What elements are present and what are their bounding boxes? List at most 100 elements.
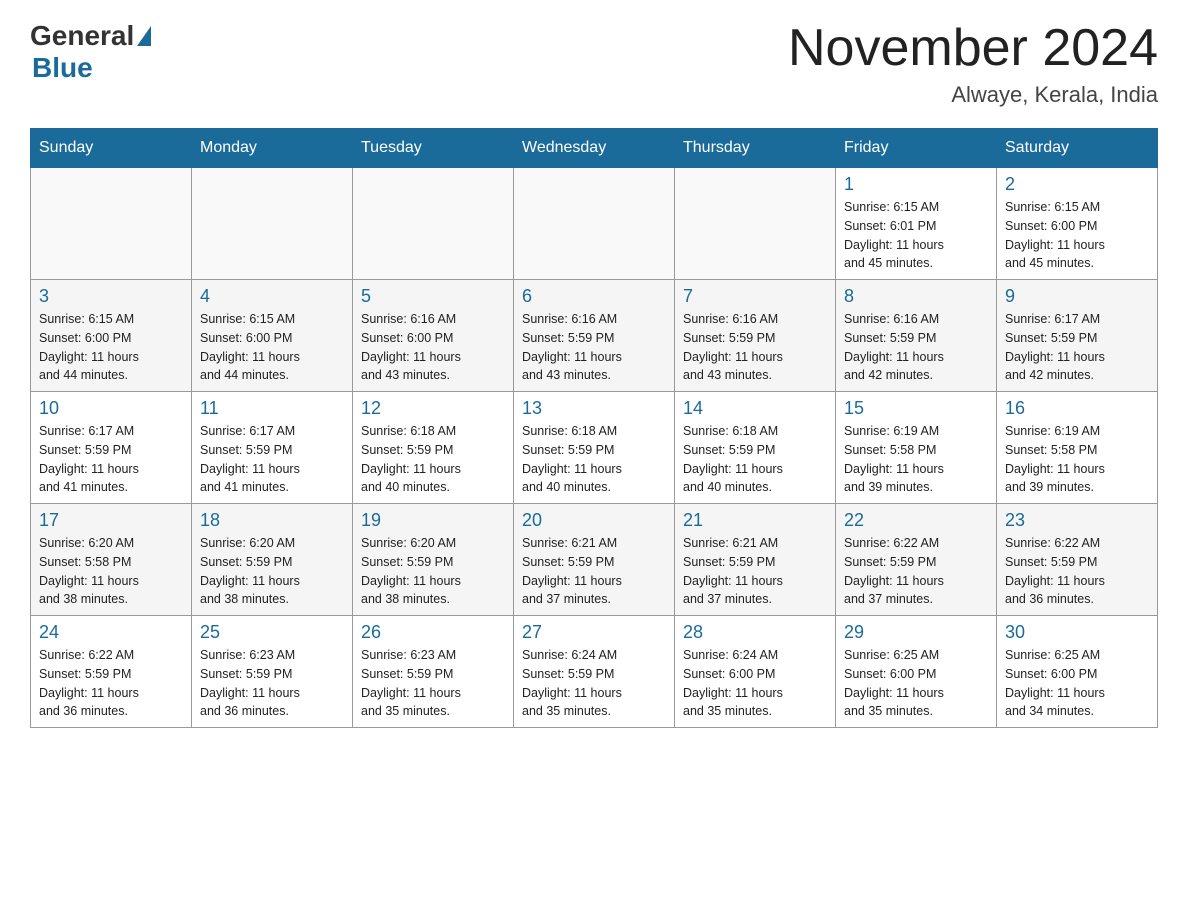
day-number: 7 [683, 286, 827, 307]
calendar-cell: 9 Sunrise: 6:17 AM Sunset: 5:59 PM Daylig… [997, 280, 1158, 392]
day-number: 23 [1005, 510, 1149, 531]
calendar-cell: 1 Sunrise: 6:15 AM Sunset: 6:01 PM Daylig… [836, 168, 997, 280]
logo-triangle-icon [137, 26, 151, 46]
calendar-cell: 23 Sunrise: 6:22 AM Sunset: 5:59 PM Dayli… [997, 504, 1158, 616]
calendar-cell: 16Sunrise: 6:19 AM Sunset: 5:58 PM Dayli… [997, 392, 1158, 504]
title-area: November 2024 Alwaye, Kerala, India [788, 20, 1158, 108]
day-number: 19 [361, 510, 505, 531]
day-number: 24 [39, 622, 183, 643]
day-info: Sunrise: 6:16 AM Sunset: 6:00 PM Dayligh… [361, 310, 505, 385]
calendar-cell: 19 Sunrise: 6:20 AM Sunset: 5:59 PM Dayli… [353, 504, 514, 616]
day-number: 21 [683, 510, 827, 531]
calendar-cell: 8 Sunrise: 6:16 AM Sunset: 5:59 PM Daylig… [836, 280, 997, 392]
day-info: Sunrise: 6:22 AM Sunset: 5:59 PM Dayligh… [39, 646, 183, 721]
calendar-cell: 12Sunrise: 6:18 AM Sunset: 5:59 PM Dayli… [353, 392, 514, 504]
day-info: Sunrise: 6:16 AM Sunset: 5:59 PM Dayligh… [683, 310, 827, 385]
day-info: Sunrise: 6:20 AM Sunset: 5:59 PM Dayligh… [361, 534, 505, 609]
col-header-wednesday: Wednesday [514, 129, 675, 168]
calendar-cell: 20Sunrise: 6:21 AM Sunset: 5:59 PM Dayli… [514, 504, 675, 616]
day-info: Sunrise: 6:18 AM Sunset: 5:59 PM Dayligh… [522, 422, 666, 497]
day-info: Sunrise: 6:16 AM Sunset: 5:59 PM Dayligh… [522, 310, 666, 385]
day-number: 13 [522, 398, 666, 419]
day-number: 4 [200, 286, 344, 307]
day-number: 1 [844, 174, 988, 195]
calendar-cell: 14 Sunrise: 6:18 AM Sunset: 5:59 PM Dayli… [675, 392, 836, 504]
logo-general-text: General [30, 20, 134, 52]
logo: General Blue [30, 20, 152, 84]
day-info: Sunrise: 6:15 AM Sunset: 6:00 PM Dayligh… [200, 310, 344, 385]
calendar-cell: 26 Sunrise: 6:23 AM Sunset: 5:59 PM Dayli… [353, 616, 514, 728]
calendar-cell: 30 Sunrise: 6:25 AM Sunset: 6:00 PM Dayli… [997, 616, 1158, 728]
calendar-week-row: 1 Sunrise: 6:15 AM Sunset: 6:01 PM Daylig… [31, 168, 1158, 280]
day-number: 3 [39, 286, 183, 307]
month-title: November 2024 [788, 20, 1158, 77]
day-info: Sunrise: 6:20 AM Sunset: 5:58 PM Dayligh… [39, 534, 183, 609]
col-header-monday: Monday [192, 129, 353, 168]
day-info: Sunrise: 6:23 AM Sunset: 5:59 PM Dayligh… [200, 646, 344, 721]
day-number: 5 [361, 286, 505, 307]
day-info: Sunrise: 6:25 AM Sunset: 6:00 PM Dayligh… [1005, 646, 1149, 721]
day-number: 17 [39, 510, 183, 531]
col-header-sunday: Sunday [31, 129, 192, 168]
calendar-week-row: 10 Sunrise: 6:17 AM Sunset: 5:59 PM Dayli… [31, 392, 1158, 504]
day-info: Sunrise: 6:23 AM Sunset: 5:59 PM Dayligh… [361, 646, 505, 721]
day-info: Sunrise: 6:18 AM Sunset: 5:59 PM Dayligh… [361, 422, 505, 497]
calendar-cell: 18 Sunrise: 6:20 AM Sunset: 5:59 PM Dayli… [192, 504, 353, 616]
day-info: Sunrise: 6:17 AM Sunset: 5:59 PM Dayligh… [1005, 310, 1149, 385]
calendar-cell: 27Sunrise: 6:24 AM Sunset: 5:59 PM Dayli… [514, 616, 675, 728]
calendar-cell: 11Sunrise: 6:17 AM Sunset: 5:59 PM Dayli… [192, 392, 353, 504]
day-info: Sunrise: 6:24 AM Sunset: 5:59 PM Dayligh… [522, 646, 666, 721]
day-number: 22 [844, 510, 988, 531]
day-info: Sunrise: 6:21 AM Sunset: 5:59 PM Dayligh… [683, 534, 827, 609]
calendar-cell [675, 168, 836, 280]
day-number: 25 [200, 622, 344, 643]
day-info: Sunrise: 6:24 AM Sunset: 6:00 PM Dayligh… [683, 646, 827, 721]
calendar-cell: 4 Sunrise: 6:15 AM Sunset: 6:00 PM Daylig… [192, 280, 353, 392]
day-number: 29 [844, 622, 988, 643]
day-number: 9 [1005, 286, 1149, 307]
day-info: Sunrise: 6:15 AM Sunset: 6:00 PM Dayligh… [1005, 198, 1149, 273]
day-number: 10 [39, 398, 183, 419]
day-info: Sunrise: 6:25 AM Sunset: 6:00 PM Dayligh… [844, 646, 988, 721]
calendar-cell: 3 Sunrise: 6:15 AM Sunset: 6:00 PM Daylig… [31, 280, 192, 392]
page-header: General Blue November 2024 Alwaye, Keral… [30, 20, 1158, 108]
day-info: Sunrise: 6:16 AM Sunset: 5:59 PM Dayligh… [844, 310, 988, 385]
calendar-cell [31, 168, 192, 280]
day-info: Sunrise: 6:20 AM Sunset: 5:59 PM Dayligh… [200, 534, 344, 609]
day-number: 18 [200, 510, 344, 531]
calendar-cell: 24 Sunrise: 6:22 AM Sunset: 5:59 PM Dayli… [31, 616, 192, 728]
day-info: Sunrise: 6:17 AM Sunset: 5:59 PM Dayligh… [200, 422, 344, 497]
calendar-cell: 28 Sunrise: 6:24 AM Sunset: 6:00 PM Dayli… [675, 616, 836, 728]
day-number: 26 [361, 622, 505, 643]
calendar-cell: 10Sunrise: 6:17 AM Sunset: 5:59 PM Dayli… [31, 392, 192, 504]
logo-blue-text: Blue [32, 52, 93, 84]
day-number: 6 [522, 286, 666, 307]
day-number: 15 [844, 398, 988, 419]
day-number: 14 [683, 398, 827, 419]
calendar-cell [514, 168, 675, 280]
calendar-week-row: 3 Sunrise: 6:15 AM Sunset: 6:00 PM Daylig… [31, 280, 1158, 392]
col-header-saturday: Saturday [997, 129, 1158, 168]
day-number: 8 [844, 286, 988, 307]
day-number: 28 [683, 622, 827, 643]
calendar-cell [192, 168, 353, 280]
calendar-cell: 22Sunrise: 6:22 AM Sunset: 5:59 PM Dayli… [836, 504, 997, 616]
day-info: Sunrise: 6:15 AM Sunset: 6:01 PM Dayligh… [844, 198, 988, 273]
calendar-cell: 15Sunrise: 6:19 AM Sunset: 5:58 PM Dayli… [836, 392, 997, 504]
calendar-cell: 13 Sunrise: 6:18 AM Sunset: 5:59 PM Dayli… [514, 392, 675, 504]
calendar-cell: 6 Sunrise: 6:16 AM Sunset: 5:59 PM Daylig… [514, 280, 675, 392]
calendar-cell: 17 Sunrise: 6:20 AM Sunset: 5:58 PM Dayli… [31, 504, 192, 616]
col-header-friday: Friday [836, 129, 997, 168]
calendar-week-row: 17 Sunrise: 6:20 AM Sunset: 5:58 PM Dayli… [31, 504, 1158, 616]
day-number: 30 [1005, 622, 1149, 643]
col-header-tuesday: Tuesday [353, 129, 514, 168]
day-info: Sunrise: 6:15 AM Sunset: 6:00 PM Dayligh… [39, 310, 183, 385]
day-info: Sunrise: 6:21 AM Sunset: 5:59 PM Dayligh… [522, 534, 666, 609]
calendar-cell: 7 Sunrise: 6:16 AM Sunset: 5:59 PM Daylig… [675, 280, 836, 392]
calendar-cell: 29 Sunrise: 6:25 AM Sunset: 6:00 PM Dayli… [836, 616, 997, 728]
calendar-week-row: 24 Sunrise: 6:22 AM Sunset: 5:59 PM Dayli… [31, 616, 1158, 728]
calendar-cell: 25 Sunrise: 6:23 AM Sunset: 5:59 PM Dayli… [192, 616, 353, 728]
day-number: 16 [1005, 398, 1149, 419]
day-info: Sunrise: 6:18 AM Sunset: 5:59 PM Dayligh… [683, 422, 827, 497]
day-info: Sunrise: 6:22 AM Sunset: 5:59 PM Dayligh… [1005, 534, 1149, 609]
